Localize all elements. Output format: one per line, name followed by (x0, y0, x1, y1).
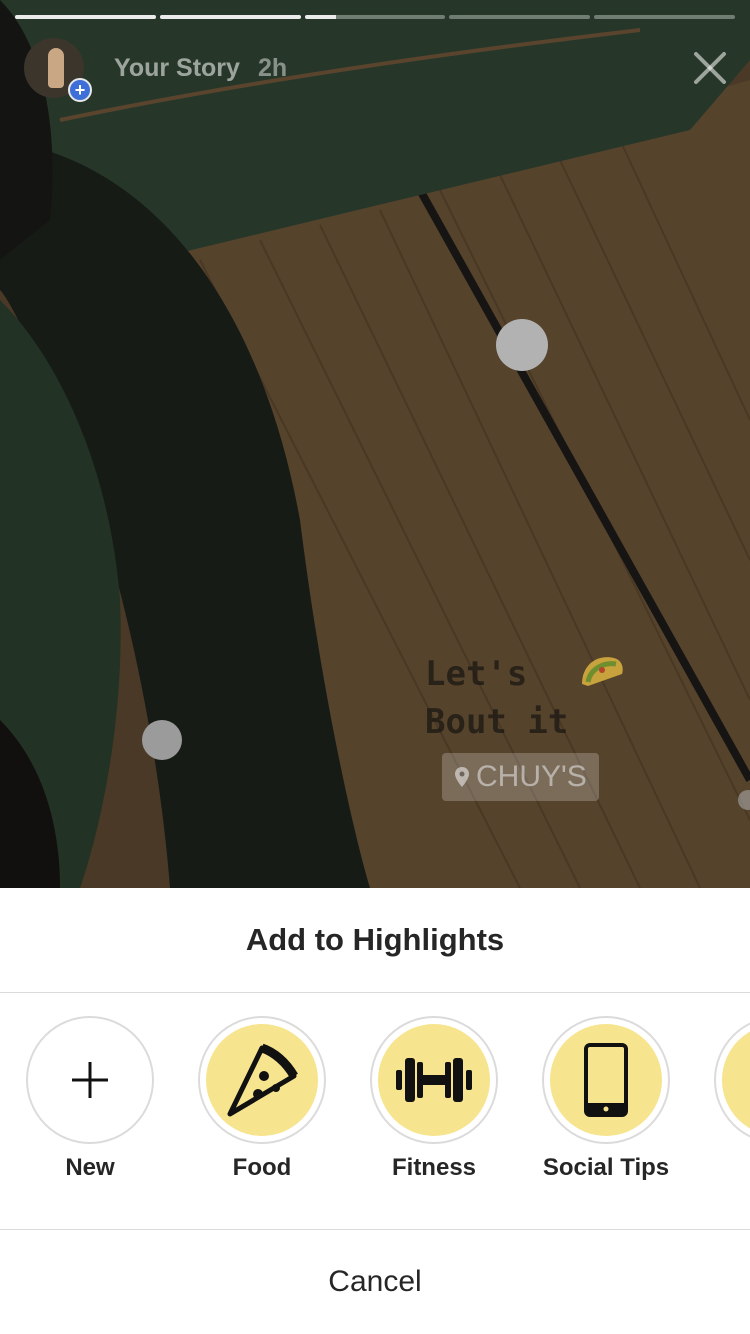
highlights-row[interactable]: New Food Fitness Social Tips (26, 1016, 750, 1182)
highlight-food-circle[interactable] (198, 1016, 326, 1144)
highlight-fitness-circle[interactable] (370, 1016, 498, 1144)
highlight-cover (722, 1024, 750, 1136)
plus-badge-icon[interactable]: + (68, 78, 92, 102)
highlight-label: Fitness (391, 1154, 477, 1181)
story-progress-segment (449, 15, 591, 19)
screen: + Your Story 2h Let's Bout it CHUY'S Add… (0, 0, 750, 1334)
story-timestamp: 2h (257, 53, 288, 82)
story-progress (15, 15, 735, 19)
plus-icon (72, 1062, 108, 1098)
story-title[interactable]: Your Story (114, 54, 240, 83)
avatar-photo (48, 48, 64, 88)
taco-emoji (582, 657, 623, 686)
highlight-partial-circle[interactable] (714, 1016, 750, 1144)
pizza-icon (227, 1043, 298, 1117)
highlight-partial[interactable] (714, 1016, 750, 1182)
story-progress-segment (15, 15, 156, 19)
story-progress-segment (304, 15, 446, 19)
close-icon[interactable] (692, 50, 728, 86)
dumbbell-icon (396, 1058, 472, 1102)
highlight-label: Food (232, 1154, 292, 1181)
story-header: + Your Story 2h (24, 38, 288, 102)
story-caption: Let's Bout it (425, 654, 569, 742)
story-view[interactable]: + Your Story 2h Let's Bout it CHUY'S (0, 0, 750, 888)
highlight-label: Social Tips (542, 1154, 670, 1181)
highlight-food[interactable]: Food (198, 1016, 326, 1182)
avatar[interactable]: + (24, 38, 92, 102)
highlight-social-tips-circle[interactable] (542, 1016, 670, 1144)
location-pin-icon (455, 767, 469, 787)
add-to-highlights-sheet: Add to Highlights New Food Fitness Socia… (0, 888, 750, 1334)
highlight-social-tips[interactable]: Social Tips (542, 1016, 670, 1182)
story-progress-segment (594, 15, 735, 19)
location-sticker[interactable]: CHUY'S (442, 753, 599, 801)
highlight-label: New (65, 1154, 115, 1181)
story-progress-fill (15, 15, 156, 19)
highlight-cover (550, 1024, 662, 1136)
highlight-cover (206, 1024, 318, 1136)
story-progress-fill (159, 15, 301, 19)
cancel-button[interactable]: Cancel (0, 1229, 750, 1334)
highlight-fitness[interactable]: Fitness (370, 1016, 498, 1182)
story-photo (0, 0, 750, 888)
smartphone-icon (584, 1043, 628, 1117)
sheet-title: Add to Highlights (0, 888, 750, 993)
location-sticker-label: CHUY'S (476, 760, 587, 793)
story-progress-segment (159, 15, 301, 19)
highlight-new-circle[interactable] (26, 1016, 154, 1144)
story-progress-fill (304, 15, 336, 19)
highlight-cover (378, 1024, 490, 1136)
highlight-new[interactable]: New (26, 1016, 154, 1182)
